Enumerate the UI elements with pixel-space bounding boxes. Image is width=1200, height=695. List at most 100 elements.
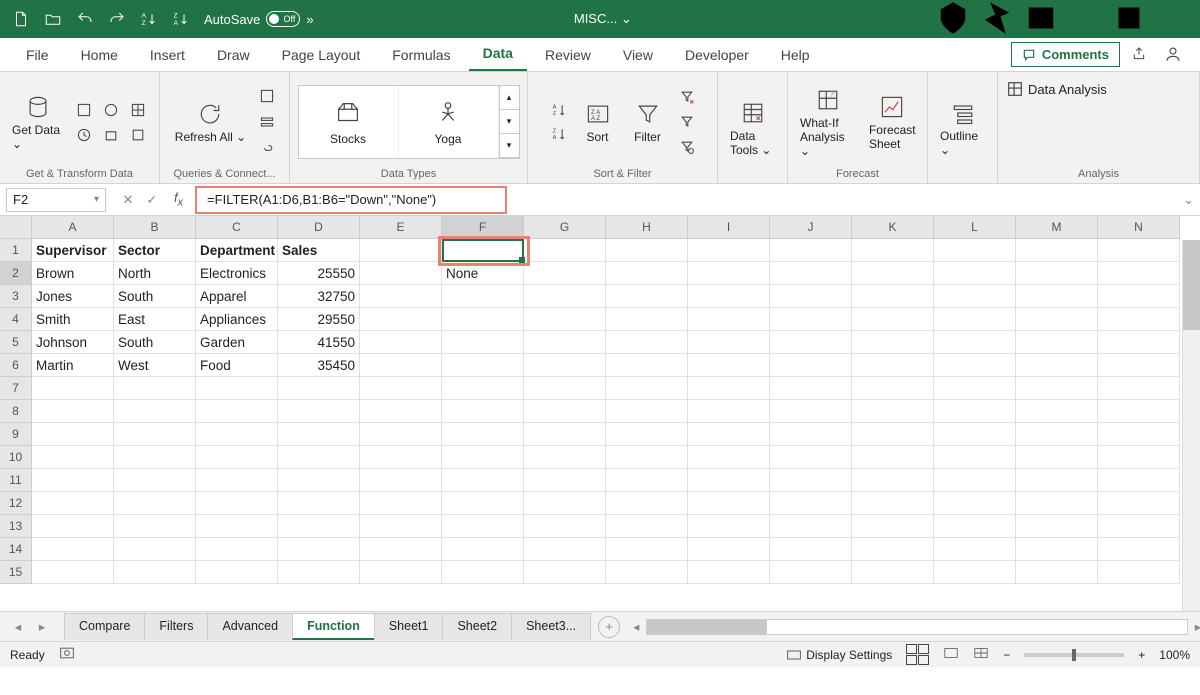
cell-F11[interactable] [442, 469, 524, 492]
cell-C13[interactable] [196, 515, 278, 538]
cell-I9[interactable] [688, 423, 770, 446]
cell-I15[interactable] [688, 561, 770, 584]
cell-I2[interactable] [688, 262, 770, 285]
cell-D1[interactable]: Sales [278, 239, 360, 262]
cell-H3[interactable] [606, 285, 688, 308]
cell-J7[interactable] [770, 377, 852, 400]
share-icon[interactable] [1124, 39, 1154, 69]
sort-za-icon[interactable]: ZA [548, 123, 570, 145]
cell-D12[interactable] [278, 492, 360, 515]
cell-D13[interactable] [278, 515, 360, 538]
cell-H8[interactable] [606, 400, 688, 423]
cell-C7[interactable] [196, 377, 278, 400]
cell-B4[interactable]: East [114, 308, 196, 331]
maximize-icon[interactable] [1108, 0, 1150, 42]
cell-G12[interactable] [524, 492, 606, 515]
display-settings-button[interactable]: Display Settings [786, 648, 892, 662]
cell-B11[interactable] [114, 469, 196, 492]
cell-K3[interactable] [852, 285, 934, 308]
data-tools-button[interactable]: Data Tools ⌄ [726, 97, 779, 159]
cell-C4[interactable]: Appliances [196, 308, 278, 331]
account-icon[interactable] [1158, 39, 1188, 69]
worksheet[interactable]: ABCDEFGHIJKLMN1SupervisorSectorDepartmen… [0, 216, 1200, 611]
cell-G11[interactable] [524, 469, 606, 492]
col-header-D[interactable]: D [278, 216, 360, 239]
cell-J3[interactable] [770, 285, 852, 308]
tab-formulas[interactable]: Formulas [378, 39, 464, 71]
sheet-tab-filters[interactable]: Filters [144, 613, 208, 640]
existing-icon[interactable] [100, 124, 122, 146]
col-header-K[interactable]: K [852, 216, 934, 239]
premium-icon[interactable] [932, 0, 974, 42]
forecast-sheet-button[interactable]: Forecast Sheet [866, 91, 919, 153]
other-icon[interactable] [127, 124, 149, 146]
tab-nav-next-icon[interactable]: ▸ [30, 619, 54, 634]
cell-B1[interactable]: Sector [114, 239, 196, 262]
cell-G14[interactable] [524, 538, 606, 561]
cell-F15[interactable] [442, 561, 524, 584]
cell-C10[interactable] [196, 446, 278, 469]
cell-M11[interactable] [1016, 469, 1098, 492]
cell-K13[interactable] [852, 515, 934, 538]
cell-B9[interactable] [114, 423, 196, 446]
clear-filter-icon[interactable] [676, 86, 698, 108]
tab-view[interactable]: View [609, 39, 667, 71]
from-web-icon[interactable] [100, 99, 122, 121]
page-layout-view-icon[interactable] [943, 646, 959, 663]
cell-L8[interactable] [934, 400, 1016, 423]
cell-D11[interactable] [278, 469, 360, 492]
cell-G15[interactable] [524, 561, 606, 584]
cell-E15[interactable] [360, 561, 442, 584]
cell-E14[interactable] [360, 538, 442, 561]
cell-K4[interactable] [852, 308, 934, 331]
row-header-7[interactable]: 7 [0, 377, 32, 400]
reapply-icon[interactable] [676, 111, 698, 133]
cell-I11[interactable] [688, 469, 770, 492]
cell-J1[interactable] [770, 239, 852, 262]
row-header-2[interactable]: 2 [0, 262, 32, 285]
cell-C9[interactable] [196, 423, 278, 446]
cell-B2[interactable]: North [114, 262, 196, 285]
row-header-11[interactable]: 11 [0, 469, 32, 492]
autosave-toggle[interactable]: AutoSave Off [204, 11, 300, 27]
redo-icon[interactable] [102, 4, 132, 34]
cell-D5[interactable]: 41550 [278, 331, 360, 354]
cell-F9[interactable] [442, 423, 524, 446]
cell-H14[interactable] [606, 538, 688, 561]
cell-I12[interactable] [688, 492, 770, 515]
cell-C14[interactable] [196, 538, 278, 561]
cell-M9[interactable] [1016, 423, 1098, 446]
cell-L9[interactable] [934, 423, 1016, 446]
cell-L1[interactable] [934, 239, 1016, 262]
cell-E7[interactable] [360, 377, 442, 400]
cell-F10[interactable] [442, 446, 524, 469]
minimize-icon[interactable] [1064, 0, 1106, 42]
filter-button[interactable]: Filter [626, 98, 670, 146]
cell-B14[interactable] [114, 538, 196, 561]
cell-C12[interactable] [196, 492, 278, 515]
cell-L15[interactable] [934, 561, 1016, 584]
cell-N2[interactable] [1098, 262, 1180, 285]
cell-M4[interactable] [1016, 308, 1098, 331]
cell-J13[interactable] [770, 515, 852, 538]
get-data-button[interactable]: Get Data ⌄ [8, 91, 67, 153]
cell-B8[interactable] [114, 400, 196, 423]
sort-button[interactable]: Z AA ZSort [576, 98, 620, 146]
cell-H5[interactable] [606, 331, 688, 354]
sheet-tab-function[interactable]: Function [292, 613, 375, 640]
cell-H1[interactable] [606, 239, 688, 262]
cell-E11[interactable] [360, 469, 442, 492]
cancel-formula-icon[interactable]: ✕ [118, 192, 138, 208]
cell-L6[interactable] [934, 354, 1016, 377]
gallery-up-icon[interactable]: ▴ [499, 86, 519, 110]
cell-L14[interactable] [934, 538, 1016, 561]
formula-input[interactable]: =FILTER(A1:D6,B1:B6="Down","None") [201, 188, 501, 212]
cell-J4[interactable] [770, 308, 852, 331]
cell-N14[interactable] [1098, 538, 1180, 561]
cell-G9[interactable] [524, 423, 606, 446]
cell-N5[interactable] [1098, 331, 1180, 354]
cell-J9[interactable] [770, 423, 852, 446]
sheet-tab-sheet2[interactable]: Sheet2 [442, 613, 512, 640]
sheet-tab-advanced[interactable]: Advanced [207, 613, 293, 640]
cell-F5[interactable] [442, 331, 524, 354]
